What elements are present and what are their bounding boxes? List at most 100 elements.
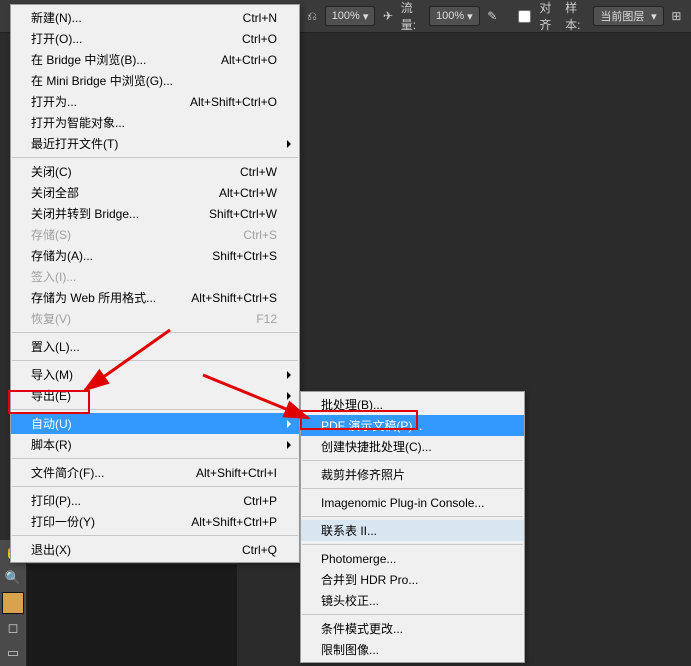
align-checkbox[interactable] xyxy=(518,10,531,23)
align-label: 对齐 xyxy=(539,0,557,33)
menu-item[interactable]: 打开为智能对象... xyxy=(11,112,299,133)
menu-item-shortcut: Ctrl+Q xyxy=(242,543,277,557)
pressure-icon[interactable]: ✎ xyxy=(486,7,499,25)
menu-item[interactable]: 导入(M) xyxy=(11,364,299,385)
menu-item-shortcut: Shift+Ctrl+W xyxy=(209,207,277,221)
menu-item[interactable]: 打印(P)... Ctrl+P xyxy=(11,490,299,511)
submenu-item-label: PDF 演示文稿(P)... xyxy=(321,417,502,434)
menu-item[interactable]: 关闭(C) Ctrl+W xyxy=(11,161,299,182)
menu-item-label: 退出(X) xyxy=(31,541,222,558)
flow-label: 流量: xyxy=(401,0,421,33)
menu-item[interactable]: 置入(L)... xyxy=(11,336,299,357)
menu-separator xyxy=(12,409,298,410)
menu-item-label: 打印(P)... xyxy=(31,492,223,509)
menu-item[interactable]: 脚本(R) xyxy=(11,434,299,455)
menu-item[interactable]: 关闭并转到 Bridge... Shift+Ctrl+W xyxy=(11,203,299,224)
menu-separator xyxy=(302,614,523,615)
menu-item[interactable]: 自动(U) xyxy=(11,413,299,434)
menu-item: 签入(I)... xyxy=(11,266,299,287)
airbrush-icon[interactable]: ✈ xyxy=(381,7,394,25)
menu-item[interactable]: 打印一份(Y) Alt+Shift+Ctrl+P xyxy=(11,511,299,532)
zoom-tool-icon[interactable]: 🔍 xyxy=(2,567,24,588)
menu-item-label: 存储(S) xyxy=(31,226,223,243)
menu-item-shortcut: Alt+Shift+Ctrl+I xyxy=(196,466,277,480)
menu-item-shortcut: Alt+Shift+Ctrl+P xyxy=(191,515,277,529)
menu-item-shortcut: Ctrl+N xyxy=(243,11,277,25)
menu-item[interactable]: 存储为 Web 所用格式... Alt+Shift+Ctrl+S xyxy=(11,287,299,308)
submenu-item[interactable]: Imagenomic Plug-in Console... xyxy=(301,492,524,513)
submenu-item-label: 合并到 HDR Pro... xyxy=(321,571,502,588)
menu-item[interactable]: 在 Bridge 中浏览(B)...Alt+Ctrl+O xyxy=(11,49,299,70)
menu-item[interactable]: 在 Mini Bridge 中浏览(G)... xyxy=(11,70,299,91)
submenu-item[interactable]: PDF 演示文稿(P)... xyxy=(301,415,524,436)
menu-separator xyxy=(12,332,298,333)
menu-item-label: 最近打开文件(T) xyxy=(31,135,277,152)
menu-item[interactable]: 新建(N)...Ctrl+N xyxy=(11,7,299,28)
submenu-item[interactable]: 批处理(B)... xyxy=(301,394,524,415)
percent-dropdown[interactable]: 100%▾ xyxy=(325,6,376,26)
menu-item-shortcut: Ctrl+P xyxy=(243,494,277,508)
menu-item-shortcut: Ctrl+S xyxy=(243,228,277,242)
menu-item-label: 打印一份(Y) xyxy=(31,513,171,530)
submenu-item-label: 批处理(B)... xyxy=(321,396,502,413)
menu-item-label: 存储为(A)... xyxy=(31,247,192,264)
menu-separator xyxy=(302,516,523,517)
menu-item-label: 存储为 Web 所用格式... xyxy=(31,289,171,306)
menu-separator xyxy=(302,488,523,489)
menu-item-label: 签入(I)... xyxy=(31,268,277,285)
menu-item-shortcut: Ctrl+O xyxy=(242,32,277,46)
flow-dropdown[interactable]: 100%▾ xyxy=(429,6,480,26)
menu-item[interactable]: 退出(X) Ctrl+Q xyxy=(11,539,299,560)
menu-item-label: 打开为... xyxy=(31,93,170,110)
quickmask-icon[interactable]: ◻ xyxy=(2,618,24,639)
submenu-item[interactable]: Photomerge... xyxy=(301,548,524,569)
menu-item[interactable]: 文件简介(F)...Alt+Shift+Ctrl+I xyxy=(11,462,299,483)
automate-submenu: 批处理(B)... PDF 演示文稿(P)... 创建快捷批处理(C)... 裁剪并修… xyxy=(300,391,525,663)
menu-item[interactable]: 打开为...Alt+Shift+Ctrl+O xyxy=(11,91,299,112)
sample-label: 样本: xyxy=(565,0,585,33)
menu-item-label: 导出(E) xyxy=(31,387,277,404)
menu-item-label: 恢复(V) xyxy=(31,310,236,327)
menu-item-label: 关闭(C) xyxy=(31,163,220,180)
menu-item-label: 关闭全部 xyxy=(31,184,199,201)
menu-item-shortcut: Alt+Ctrl+W xyxy=(219,186,277,200)
brush-icon[interactable]: ⎌ xyxy=(305,7,318,25)
sample-dropdown[interactable]: 当前图层▾ xyxy=(593,6,663,26)
menu-item[interactable]: 存储为(A)...Shift+Ctrl+S xyxy=(11,245,299,266)
submenu-item[interactable]: 创建快捷批处理(C)... xyxy=(301,436,524,457)
submenu-item[interactable]: 联系表 II... xyxy=(301,520,524,541)
menu-item[interactable]: 打开(O)... Ctrl+O xyxy=(11,28,299,49)
submenu-item-label: 镜头校正... xyxy=(321,592,502,609)
menu-separator xyxy=(12,458,298,459)
file-menu: 新建(N)...Ctrl+N 打开(O)... Ctrl+O 在 Bridge 中浏览… xyxy=(10,4,300,563)
menu-item[interactable]: 关闭全部 Alt+Ctrl+W xyxy=(11,182,299,203)
menu-separator xyxy=(12,535,298,536)
submenu-item[interactable]: 裁剪并修齐照片 xyxy=(301,464,524,485)
menu-separator xyxy=(302,544,523,545)
menu-item[interactable]: 导出(E) xyxy=(11,385,299,406)
menu-item-label: 自动(U) xyxy=(31,415,277,432)
menu-item-label: 打开(O)... xyxy=(31,30,222,47)
submenu-item[interactable]: 合并到 HDR Pro... xyxy=(301,569,524,590)
menu-item-label: 导入(M) xyxy=(31,366,277,383)
menu-item-label: 脚本(R) xyxy=(31,436,277,453)
menu-item-shortcut: Ctrl+W xyxy=(240,165,277,179)
color-swatch[interactable] xyxy=(2,592,24,613)
menu-separator xyxy=(12,360,298,361)
chevron-right-icon xyxy=(287,371,291,379)
screenmode-icon[interactable]: ▭ xyxy=(2,643,24,664)
menu-item-shortcut: F12 xyxy=(256,312,277,326)
menu-item[interactable]: 最近打开文件(T) xyxy=(11,133,299,154)
submenu-item-label: 限制图像... xyxy=(321,641,502,658)
menu-item-label: 置入(L)... xyxy=(31,338,277,355)
menu-item-label: 打开为智能对象... xyxy=(31,114,277,131)
menu-item-label: 关闭并转到 Bridge... xyxy=(31,205,189,222)
submenu-item-label: 条件模式更改... xyxy=(321,620,502,637)
submenu-item[interactable]: 限制图像... xyxy=(301,639,524,660)
menu-item-shortcut: Alt+Shift+Ctrl+S xyxy=(191,291,277,305)
submenu-item[interactable]: 镜头校正... xyxy=(301,590,524,611)
menu-item-label: 在 Bridge 中浏览(B)... xyxy=(31,51,201,68)
submenu-item[interactable]: 条件模式更改... xyxy=(301,618,524,639)
settings-icon[interactable]: ⊞ xyxy=(670,7,683,25)
menu-item: 存储(S) Ctrl+S xyxy=(11,224,299,245)
